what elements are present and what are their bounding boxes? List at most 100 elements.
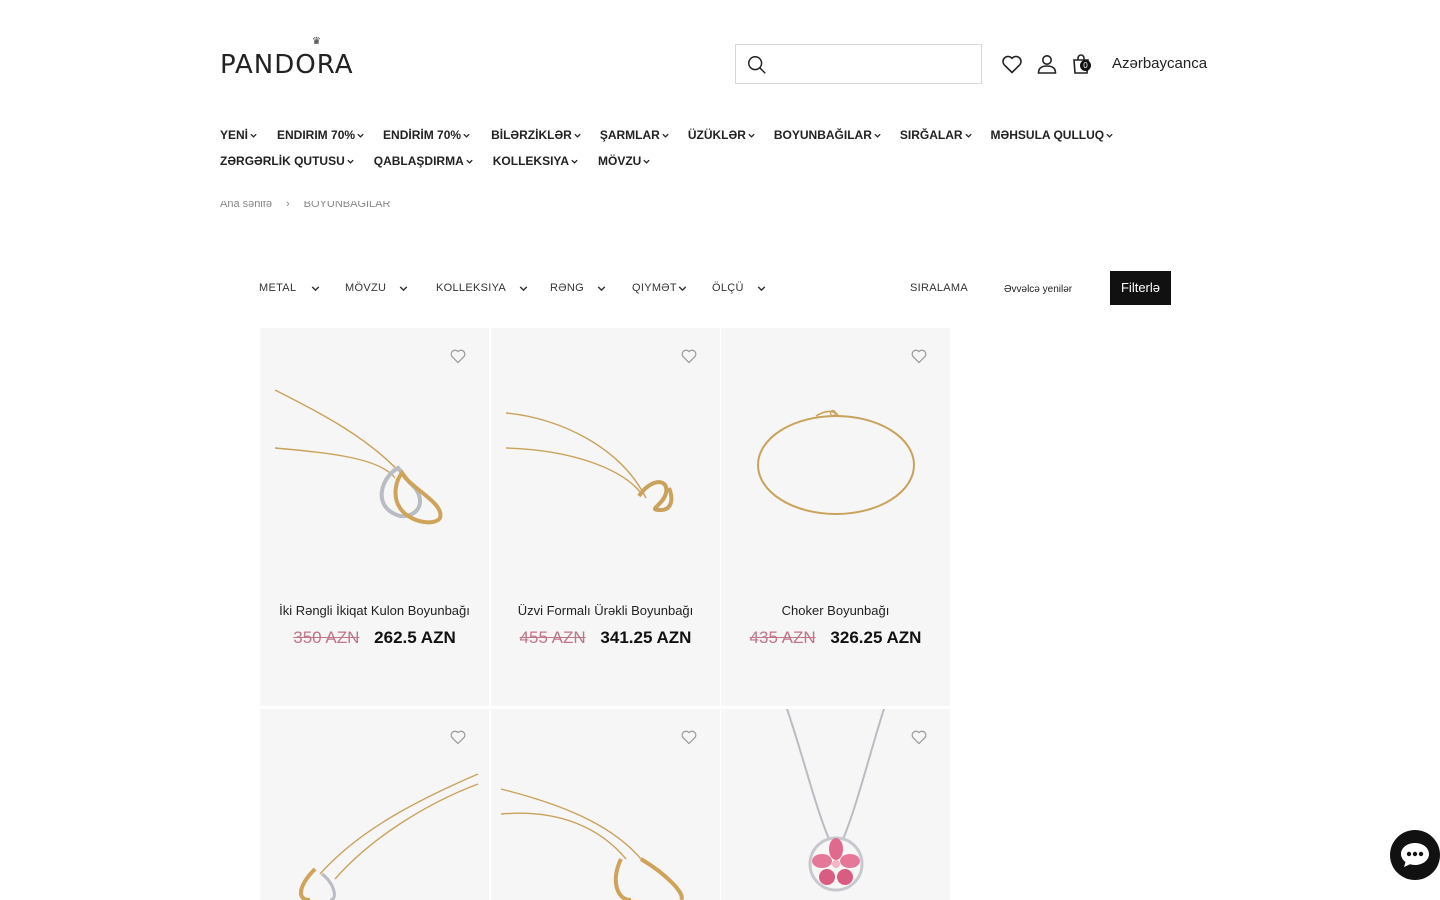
product-card[interactable]: [260, 709, 489, 900]
product-card[interactable]: Üzvi Formalı Ürəkli Boyunbağı 455 AZN 34…: [491, 328, 720, 706]
heart-icon[interactable]: [1000, 52, 1024, 76]
old-price: 350 AZN: [293, 628, 360, 647]
filter-label: RƏNG: [550, 282, 584, 294]
nav-label: BİLƏRZİKLƏR: [491, 128, 572, 142]
wishlist-heart-icon[interactable]: [449, 348, 467, 364]
product-image[interactable]: [721, 328, 950, 598]
nav-item-yeni[interactable]: YENİ: [220, 128, 258, 142]
nav-label: BOYUNBAĞILAR: [773, 128, 872, 142]
product-prices: 350 AZN 262.5 AZN: [260, 628, 489, 648]
nav-item-kolleksiya[interactable]: KOLLEKSIYA: [493, 154, 579, 168]
search-box[interactable]: [735, 44, 982, 84]
main-nav-row-2: ZƏRGƏRLİK QUTUSU QABLAŞDIRMA KOLLEKSIYA …: [220, 154, 651, 168]
nav-label: ZƏRGƏRLİK QUTUSU: [220, 154, 345, 168]
sort-select[interactable]: Əvvəlcə yenilər: [1004, 284, 1072, 295]
chevron-down-icon: [662, 133, 669, 138]
chevron-down-icon: [250, 133, 257, 138]
main-nav-row-1: YENİ ENDIRIM 70% ENDİRİM 70% BİLƏRZİKLƏR…: [220, 128, 1114, 142]
chevron-down-icon: [312, 285, 320, 291]
wishlist-heart-icon[interactable]: [910, 729, 928, 745]
chevron-down-icon: [399, 285, 408, 291]
filter-metal[interactable]: METAL: [259, 282, 321, 294]
chevron-down-icon: [357, 133, 364, 138]
nav-label: QABLAŞDIRMA: [373, 154, 464, 168]
nav-label: SIRĞALAR: [899, 128, 963, 142]
product-card[interactable]: [721, 709, 950, 900]
chevron-down-icon: [643, 159, 651, 164]
chat-bubble-icon: [1401, 843, 1429, 867]
nav-label: ŞARMLAR: [599, 128, 660, 142]
nav-label: MƏHSULA QULLUQ: [990, 128, 1105, 142]
sale-price: 326.25 AZN: [830, 628, 922, 647]
sort-label: SIRALAMA: [910, 282, 969, 294]
filter-label: ÖLÇÜ: [712, 282, 744, 294]
chevron-down-icon: [466, 159, 473, 164]
filter-reng[interactable]: RƏNG: [550, 282, 607, 294]
filter-label: METAL: [259, 282, 297, 294]
nav-item-sarmlar[interactable]: ŞARMLAR: [600, 128, 670, 142]
chevron-down-icon: [748, 133, 755, 138]
filter-kolleksiya[interactable]: KOLLEKSIYA: [436, 282, 529, 294]
product-name[interactable]: Choker Boyunbağı: [721, 603, 950, 618]
product-card[interactable]: İki Rəngli İkiqat Kulon Boyunbağı 350 AZ…: [260, 328, 489, 706]
breadcrumb: Ana səhifə › BOYUNBAĞILAR: [220, 201, 390, 213]
nav-item-endirim[interactable]: ENDIRIM 70%: [277, 128, 365, 142]
product-image[interactable]: [260, 328, 489, 598]
nav-item-movzu[interactable]: MÖVZU: [598, 154, 651, 168]
chevron-down-icon: [964, 133, 972, 138]
nav-item-qablasdirma[interactable]: QABLAŞDIRMA: [374, 154, 474, 168]
filter-apply-button[interactable]: Filterlə: [1110, 271, 1171, 305]
wishlist-heart-icon[interactable]: [680, 729, 698, 745]
product-prices: 435 AZN 326.25 AZN: [721, 628, 950, 648]
filter-movzu[interactable]: MÖVZU: [345, 282, 409, 294]
old-price: 455 AZN: [519, 628, 586, 647]
nav-item-zergerlik-qutusu[interactable]: ZƏRGƏRLİK QUTUSU: [220, 154, 355, 168]
chevron-down-icon: [463, 133, 470, 138]
product-name[interactable]: Üzvi Formalı Ürəkli Boyunbağı: [491, 603, 720, 618]
filter-olcu[interactable]: ÖLÇÜ: [712, 282, 767, 294]
search-icon[interactable]: [746, 54, 768, 76]
nav-item-bilerzikler[interactable]: BİLƏRZİKLƏR: [491, 128, 582, 142]
nav-label: ENDIRIM 70%: [277, 128, 356, 142]
nav-label: ENDİRİM 70%: [383, 128, 462, 142]
nav-item-uzukler[interactable]: ÜZÜKLƏR: [688, 128, 756, 142]
product-card[interactable]: [491, 709, 720, 900]
old-price: 435 AZN: [749, 628, 816, 647]
chevron-down-icon: [1106, 133, 1113, 138]
breadcrumb-separator: ›: [285, 201, 290, 210]
chevron-down-icon: [347, 159, 354, 164]
search-input[interactable]: [776, 45, 976, 83]
wishlist-heart-icon[interactable]: [449, 729, 467, 745]
breadcrumb-home-link[interactable]: Ana səhifə: [220, 201, 272, 210]
wishlist-heart-icon[interactable]: [910, 348, 928, 364]
nav-label: KOLLEKSIYA: [492, 154, 570, 168]
nav-item-boyunbagilar[interactable]: BOYUNBAĞILAR: [774, 128, 882, 142]
product-card[interactable]: Choker Boyunbağı 435 AZN 326.25 AZN: [721, 328, 950, 706]
chevron-down-icon: [519, 285, 528, 291]
crown-icon: ♛: [312, 36, 321, 47]
breadcrumb-current: BOYUNBAĞILAR: [303, 201, 391, 210]
product-image[interactable]: [491, 328, 720, 598]
chevron-down-icon: [874, 133, 881, 138]
sale-price: 262.5 AZN: [374, 628, 456, 647]
filter-qiymet[interactable]: QIYMƏT: [632, 282, 688, 294]
filter-label: KOLLEKSIYA: [436, 282, 507, 294]
chevron-down-icon: [571, 159, 578, 164]
nav-label: MÖVZU: [598, 154, 642, 168]
sale-price: 341.25 AZN: [600, 628, 692, 647]
nav-item-mehsula-qulluq[interactable]: MƏHSULA QULLUQ: [991, 128, 1115, 142]
product-name[interactable]: İki Rəngli İkiqat Kulon Boyunbağı: [260, 603, 489, 618]
nav-item-sirgalar[interactable]: SIRĞALAR: [900, 128, 973, 142]
wishlist-heart-icon[interactable]: [680, 348, 698, 364]
chevron-down-icon: [574, 133, 581, 138]
chevron-down-icon: [597, 285, 606, 291]
chevron-down-icon: [678, 285, 687, 291]
language-selector[interactable]: Azərbaycanca: [1112, 55, 1207, 72]
account-icon[interactable]: [1035, 52, 1059, 76]
pandora-logo[interactable]: PANDORA ♛: [220, 36, 354, 78]
chevron-down-icon: [757, 285, 766, 291]
filter-label: QIYMƏT: [632, 282, 677, 294]
chat-button[interactable]: [1390, 830, 1440, 880]
cart-count-badge: 0: [1080, 60, 1091, 71]
nav-item-endirim-2[interactable]: ENDİRİM 70%: [383, 128, 471, 142]
